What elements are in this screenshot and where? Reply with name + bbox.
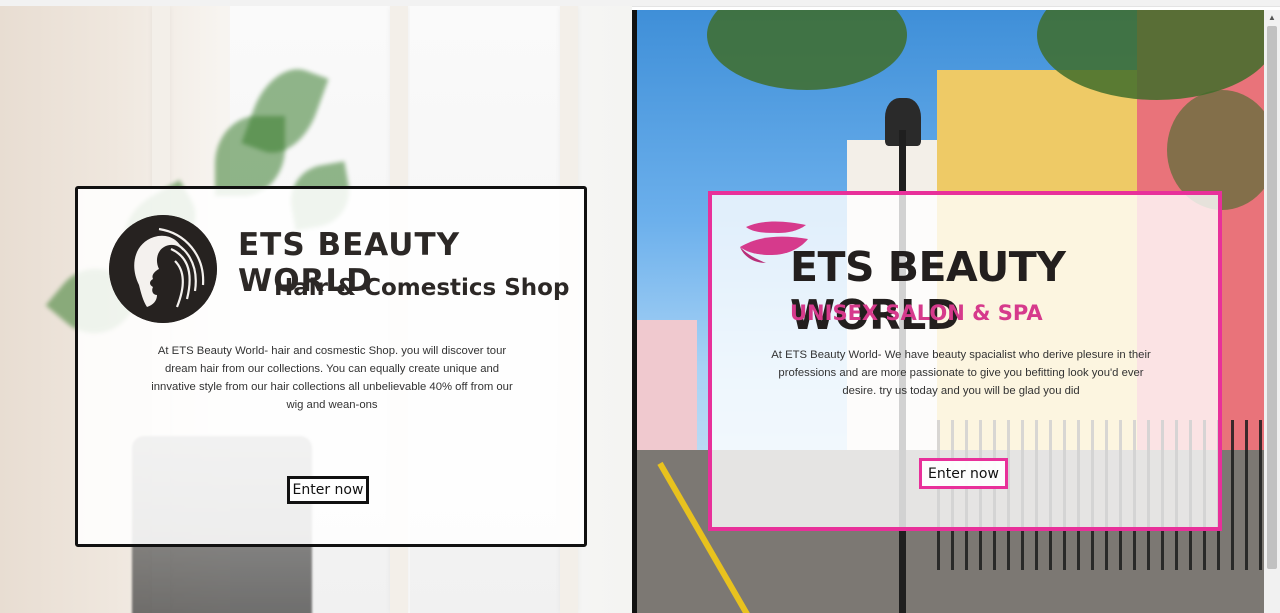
enter-hair-shop-button[interactable]: Enter now [287,476,369,504]
woman-silhouette-logo-icon [109,215,217,323]
pink-building [637,320,697,450]
enter-salon-button[interactable]: Enter now [919,458,1008,489]
tree-foliage [707,10,907,90]
vertical-scrollbar[interactable]: ▲ [1264,10,1280,613]
scrollbar-thumb[interactable] [1267,26,1277,569]
salon-subtitle: UNISEX SALON & SPA [790,301,1043,325]
shop-description: At ETS Beauty World- hair and cosmestic … [151,345,513,411]
shop-subtitle: Hair & Comestics Shop [274,275,570,301]
scroll-up-arrow-icon[interactable]: ▲ [1264,10,1280,26]
salon-spa-card: ETS BEAUTY WORLD UNISEX SALON & SPA At E… [708,191,1222,531]
salon-description: At ETS Beauty World- We have beauty spac… [771,349,1151,397]
hair-shop-card: ETS BEAUTY WORLD Hair & Comestics Shop A… [75,186,587,547]
